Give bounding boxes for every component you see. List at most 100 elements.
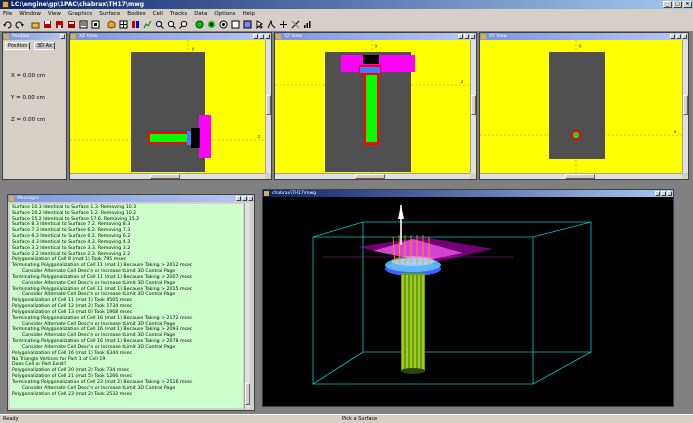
- close-button[interactable]: [60, 34, 65, 39]
- settings-icon[interactable]: [242, 19, 253, 30]
- vertical-scrollbar[interactable]: [470, 40, 476, 173]
- cube-icon[interactable]: [106, 19, 117, 30]
- menu-graphics[interactable]: Graphics: [68, 11, 92, 17]
- green-core: [150, 134, 189, 142]
- maximize-button[interactable]: [661, 191, 666, 196]
- log-line: Polygonalization of Cell 23 (mat 2) Took…: [12, 391, 133, 397]
- bar-chart-icon[interactable]: [302, 19, 313, 30]
- maximize-button[interactable]: [676, 34, 681, 39]
- minimize-button[interactable]: [253, 34, 258, 39]
- maximize-button[interactable]: [242, 196, 247, 201]
- redo-icon[interactable]: [14, 19, 25, 30]
- close-button[interactable]: [667, 191, 672, 196]
- pan-icon[interactable]: [278, 19, 289, 30]
- menu-help[interactable]: Help: [243, 11, 256, 17]
- black-block: [363, 55, 379, 64]
- blue-cap: [360, 67, 380, 73]
- horizontal-scrollbar[interactable]: [480, 173, 682, 179]
- svg-text:x: x: [674, 129, 677, 134]
- zoom-out-icon[interactable]: [166, 19, 177, 30]
- tab-position[interactable]: Position: [5, 42, 31, 50]
- vertical-scrollbar[interactable]: [682, 40, 688, 173]
- minimize-button[interactable]: [670, 34, 675, 39]
- rotate-icon[interactable]: [266, 19, 277, 30]
- menu-tracks[interactable]: Tracks: [170, 11, 187, 17]
- copy-icon[interactable]: [78, 19, 89, 30]
- toolbar: [0, 18, 693, 32]
- pointer-icon[interactable]: [254, 19, 265, 30]
- close-button[interactable]: [265, 34, 270, 39]
- svg-text:z: z: [461, 79, 463, 84]
- measure-icon[interactable]: [290, 19, 301, 30]
- plot-icon[interactable]: [142, 19, 153, 30]
- menu-window[interactable]: Window: [19, 11, 41, 17]
- menu-bodies[interactable]: Bodies: [127, 11, 145, 17]
- layers-icon[interactable]: [130, 19, 141, 30]
- 3d-view-window: chabrax\TH17\mwg: [262, 189, 674, 407]
- close-button[interactable]: ×: [683, 1, 692, 8]
- undo-icon[interactable]: [2, 19, 13, 30]
- 3d-view-title: chabrax\TH17\mwg: [272, 191, 317, 196]
- 3d-view-canvas[interactable]: [263, 197, 673, 406]
- xz-view-canvas[interactable]: y z: [70, 40, 265, 173]
- toolbar-separator: [190, 19, 193, 30]
- minimize-button[interactable]: [655, 191, 660, 196]
- open-icon[interactable]: [30, 19, 41, 30]
- horizontal-scrollbar[interactable]: [275, 173, 470, 179]
- window-icon: [4, 34, 9, 39]
- menu-view[interactable]: View: [48, 11, 61, 17]
- minimize-button[interactable]: [458, 34, 463, 39]
- vertical-scrollbar[interactable]: [244, 203, 250, 409]
- menu-file[interactable]: File: [3, 11, 12, 17]
- maximize-button[interactable]: [464, 34, 469, 39]
- body-region: [549, 52, 605, 159]
- minimize-button[interactable]: _: [663, 1, 672, 8]
- square-icon[interactable]: [230, 19, 241, 30]
- cut-icon[interactable]: [66, 19, 77, 30]
- yz-view-canvas[interactable]: y z: [275, 40, 470, 173]
- maximize-button[interactable]: [259, 34, 264, 39]
- xz-view-caption: XZ View: [70, 33, 271, 40]
- tab-3d-axes[interactable]: 3D Ax: [34, 42, 55, 50]
- window-icon: [276, 34, 281, 39]
- magenta-region: [199, 115, 211, 158]
- position-panel-title: Position: [12, 34, 30, 39]
- close-button[interactable]: [470, 34, 475, 39]
- zoom-box-icon[interactable]: [178, 19, 189, 30]
- app-title-bar: LC:\engine\gp\1PAC\chabrax\TH17\mwg _ □ …: [0, 0, 693, 9]
- green-core: [366, 75, 377, 142]
- messages-title: Messages: [17, 196, 40, 201]
- ring-icon[interactable]: [218, 19, 229, 30]
- grid-icon[interactable]: [118, 19, 129, 30]
- close-button[interactable]: [248, 196, 253, 201]
- target-icon[interactable]: [206, 19, 217, 30]
- window-icon: [71, 34, 76, 39]
- yz-view-caption: YZ View: [275, 33, 476, 40]
- vertical-scrollbar[interactable]: [265, 40, 271, 173]
- menu-data[interactable]: Data: [194, 11, 207, 17]
- svg-text:y: y: [192, 46, 195, 51]
- print-icon[interactable]: [54, 19, 65, 30]
- menu-cell[interactable]: Cell: [153, 11, 163, 17]
- maximize-button[interactable]: □: [673, 1, 682, 8]
- app-title: LC:\engine\gp\1PAC\chabrax\TH17\mwg: [11, 1, 145, 8]
- close-button[interactable]: [682, 34, 687, 39]
- paste-icon[interactable]: [90, 19, 101, 30]
- mdi-workspace: Position Position 3D Ax X = 0.00 cm Y = …: [0, 32, 693, 414]
- xy-view-caption: XY View: [480, 33, 688, 40]
- black-block: [191, 128, 200, 148]
- zoom-in-icon[interactable]: [154, 19, 165, 30]
- save-icon[interactable]: [42, 19, 53, 30]
- position-panel: Position Position 3D Ax X = 0.00 cm Y = …: [2, 32, 67, 180]
- status-text: Ready: [3, 416, 19, 422]
- messages-caption: Messages: [8, 195, 254, 202]
- y-position-label: Y = 0.00 cm: [11, 95, 45, 101]
- sphere-icon[interactable]: [194, 19, 205, 30]
- window-icon: [264, 191, 269, 196]
- minimize-button[interactable]: [236, 196, 241, 201]
- xy-view-canvas[interactable]: y x: [480, 40, 682, 173]
- menu-surface[interactable]: Surface: [99, 11, 120, 17]
- horizontal-scrollbar[interactable]: [70, 173, 265, 179]
- menu-options[interactable]: Options: [214, 11, 235, 17]
- message-log: Surface 10.3 Identical to Surface 1.3. R…: [10, 204, 243, 408]
